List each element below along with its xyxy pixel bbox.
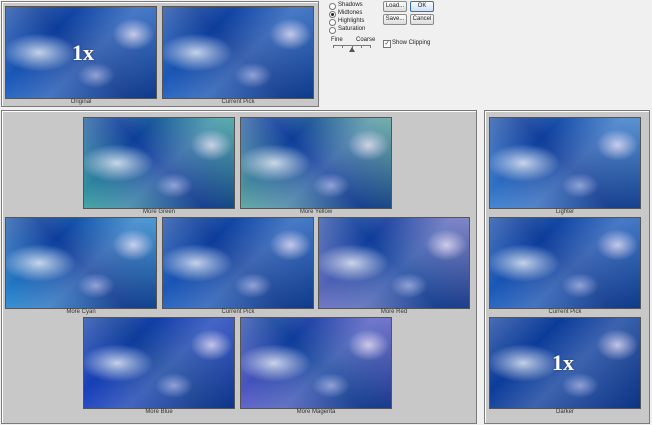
current-pick-caption: Current Pick (221, 99, 255, 105)
more-yellow-thumbnail[interactable] (240, 117, 392, 209)
slider-fine-label: Fine (331, 37, 343, 43)
radio-saturation-label: Saturation (338, 26, 366, 32)
save-button[interactable]: Save... (383, 14, 407, 25)
more-red-caption: More Red (380, 309, 408, 315)
radio-highlights[interactable] (329, 19, 336, 26)
slider-coarse-label: Coarse (356, 37, 376, 43)
slider-tick (370, 45, 371, 48)
original-caption: Original (70, 99, 92, 105)
current-pick-thumbnail[interactable] (162, 6, 314, 99)
center-current-pick-thumbnail[interactable] (162, 217, 314, 309)
fine-coarse-slider-thumb[interactable] (349, 47, 355, 52)
radio-midtones[interactable] (329, 11, 336, 18)
slider-tick (342, 45, 343, 48)
more-green-thumbnail[interactable] (83, 117, 235, 209)
more-red-thumbnail[interactable] (318, 217, 470, 309)
radio-highlights-label: Highlights (338, 18, 365, 24)
lighter-thumbnail[interactable] (489, 117, 641, 209)
show-clipping-checkbox[interactable]: ✓ (383, 40, 391, 48)
load-button[interactable]: Load... (383, 1, 407, 12)
center-current-pick-caption: Current Pick (221, 309, 255, 315)
lightness-current-pick-caption: Current Pick (548, 309, 582, 315)
radio-shadows[interactable] (329, 3, 336, 10)
lighter-caption: Lighter (555, 209, 575, 215)
more-blue-caption: More Blue (145, 409, 173, 415)
more-magenta-thumbnail[interactable] (240, 317, 392, 409)
darker-caption: Darker (555, 409, 574, 415)
more-blue-thumbnail[interactable] (83, 317, 235, 409)
more-cyan-thumbnail[interactable] (5, 217, 157, 309)
slider-tick (361, 45, 362, 48)
ok-button[interactable]: OK (410, 1, 434, 12)
more-green-caption: More Green (142, 209, 175, 215)
more-magenta-caption: More Magenta (296, 409, 336, 415)
radio-midtones-label: Midtones (338, 10, 363, 16)
lightness-current-pick-thumbnail[interactable] (489, 217, 641, 309)
cancel-button[interactable]: Cancel (410, 14, 434, 25)
more-cyan-caption: More Cyan (66, 309, 96, 315)
radio-saturation[interactable] (329, 27, 336, 34)
more-yellow-caption: More Yellow (299, 209, 333, 215)
radio-shadows-label: Shadows (338, 2, 363, 8)
slider-tick (333, 45, 334, 48)
zoom-label: 1x (72, 40, 94, 65)
show-clipping-label: Show Clipping (392, 40, 431, 46)
darker-zoom-label: 1x (552, 350, 574, 375)
